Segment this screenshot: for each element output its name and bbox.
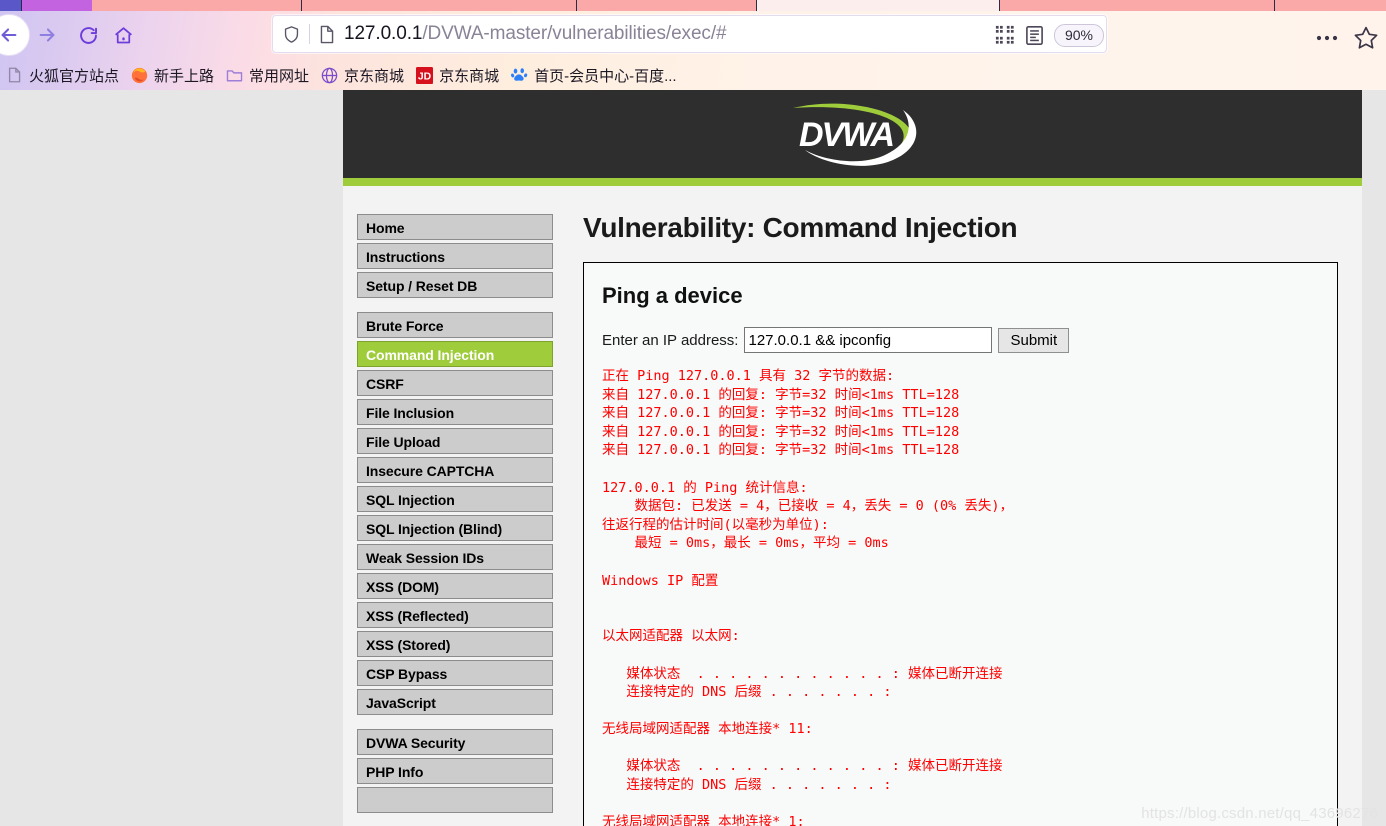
tab-strip[interactable] <box>0 0 1386 11</box>
dvwa-logo: DVWA <box>792 103 916 166</box>
sidebar-item-xss-dom[interactable]: XSS (DOM) <box>357 573 553 599</box>
arrow-left-icon <box>1 28 17 42</box>
panel-heading: Ping a device <box>602 283 743 308</box>
sidebar-item-javascript[interactable]: JavaScript <box>357 689 553 715</box>
sidebar-item-command-injection[interactable]: Command Injection <box>357 341 553 367</box>
sidebar-item-setup-reset-db[interactable]: Setup / Reset DB <box>357 272 553 298</box>
sidebar-item-partial[interactable] <box>357 787 553 813</box>
tab-item[interactable] <box>1000 0 1275 11</box>
bookmark-label: 常用网址 <box>249 67 310 85</box>
globe-icon <box>321 67 338 84</box>
reader-view-icon[interactable] <box>1025 25 1044 46</box>
sidebar-item-xss-stored[interactable]: XSS (Stored) <box>357 631 553 657</box>
bookmark-label: 京东商城 <box>344 67 405 85</box>
reload-icon <box>79 26 97 44</box>
sidebar-item-home[interactable]: Home <box>357 214 553 240</box>
folder-icon <box>226 67 243 84</box>
bookmark-item[interactable]: 新手上路 <box>127 63 222 88</box>
tab-item[interactable] <box>22 0 92 11</box>
bookmark-item[interactable]: 京东商城 <box>317 63 412 88</box>
svg-text:DVWA: DVWA <box>799 116 893 154</box>
url-text: 127.0.0.1/DVWA-master/vulnerabilities/ex… <box>344 23 727 45</box>
sidebar-item-file-upload[interactable]: File Upload <box>357 428 553 454</box>
bookmarks-bar: 火狐官方站点 新手上路 常用网址 京东商城 JD 京东商城 首页-会员中心-百度… <box>0 60 1386 90</box>
sidebar: Home Instructions Setup / Reset DB Brute… <box>343 186 553 826</box>
sidebar-item-xss-reflected[interactable]: XSS (Reflected) <box>357 602 553 628</box>
sidebar-item-weak-session-ids[interactable]: Weak Session IDs <box>357 544 553 570</box>
sidebar-item-php-info[interactable]: PHP Info <box>357 758 553 784</box>
ip-address-input[interactable] <box>744 327 993 353</box>
bookmark-page-icon <box>6 67 23 84</box>
tab-item[interactable] <box>302 0 577 11</box>
page-title: Vulnerability: Command Injection <box>583 212 1018 243</box>
bookmark-item[interactable]: 火狐官方站点 <box>2 63 127 88</box>
back-button[interactable] <box>0 14 30 56</box>
screen: 127.0.0.1/DVWA-master/vulnerabilities/ex… <box>0 0 1386 826</box>
forward-button[interactable] <box>34 22 60 48</box>
bookmark-label: 新手上路 <box>154 67 215 85</box>
sidebar-item-sql-injection[interactable]: SQL Injection <box>357 486 553 512</box>
sidebar-group-meta: DVWA Security PHP Info <box>357 729 553 813</box>
sidebar-item-dvwa-security[interactable]: DVWA Security <box>357 729 553 755</box>
sidebar-item-sql-injection-blind[interactable]: SQL Injection (Blind) <box>357 515 553 541</box>
dvwa-page: DVWA Home Instructions Setup / Reset DB … <box>343 90 1362 826</box>
bookmark-star-icon[interactable] <box>1354 26 1378 49</box>
sidebar-item-instructions[interactable]: Instructions <box>357 243 553 269</box>
url-host: 127.0.0.1 <box>344 23 423 44</box>
sidebar-group-vulnerabilities: Brute Force Command Injection CSRF File … <box>357 312 553 715</box>
home-button[interactable] <box>110 22 136 48</box>
home-icon <box>114 26 132 43</box>
reload-button[interactable] <box>75 22 101 48</box>
address-divider <box>309 24 310 44</box>
site-header: DVWA <box>343 90 1362 178</box>
bookmark-item[interactable]: 常用网址 <box>222 63 317 88</box>
vulnerability-panel: Ping a device Enter an IP address: Submi… <box>583 262 1338 826</box>
tab-item-active[interactable] <box>757 0 1000 11</box>
zoom-level-indicator[interactable]: 90% <box>1053 23 1104 47</box>
page-body: Home Instructions Setup / Reset DB Brute… <box>343 186 1362 826</box>
sidebar-item-csrf[interactable]: CSRF <box>357 370 553 396</box>
baidu-icon <box>511 67 528 84</box>
jd-icon: JD <box>416 66 434 84</box>
navigation-toolbar: 127.0.0.1/DVWA-master/vulnerabilities/ex… <box>0 11 1386 58</box>
bookmark-item[interactable]: 首页-会员中心-百度... <box>507 63 685 88</box>
tab-item[interactable] <box>92 0 302 11</box>
tab-item[interactable] <box>577 0 757 11</box>
shield-icon[interactable] <box>283 25 300 44</box>
address-bar[interactable]: 127.0.0.1/DVWA-master/vulnerabilities/ex… <box>272 15 1107 53</box>
address-bar-actions: 90% <box>995 16 1106 54</box>
ping-form: Enter an IP address: Submit <box>602 327 1319 353</box>
submit-button[interactable]: Submit <box>998 327 1070 353</box>
arrow-right-icon <box>39 28 55 42</box>
url-path: /DVWA-master/vulnerabilities/exec/# <box>422 23 727 44</box>
page-viewport: DVWA Home Instructions Setup / Reset DB … <box>0 90 1386 826</box>
tab-item[interactable] <box>0 0 22 11</box>
sidebar-item-insecure-captcha[interactable]: Insecure CAPTCHA <box>357 457 553 483</box>
page-icon <box>319 25 335 44</box>
main-content: Vulnerability: Command Injection Ping a … <box>553 186 1362 826</box>
bookmark-label: 京东商城 <box>439 67 500 85</box>
tab-item[interactable] <box>1275 0 1386 11</box>
sidebar-item-brute-force[interactable]: Brute Force <box>357 312 553 338</box>
browser-chrome: 127.0.0.1/DVWA-master/vulnerabilities/ex… <box>0 0 1386 90</box>
bookmark-item[interactable]: JD 京东商城 <box>412 63 507 88</box>
sidebar-item-file-inclusion[interactable]: File Inclusion <box>357 399 553 425</box>
accent-bar <box>343 178 1362 186</box>
more-menu-icon[interactable] <box>1316 34 1338 42</box>
chrome-actions <box>1316 26 1378 49</box>
ip-address-label: Enter an IP address: <box>602 331 739 349</box>
svg-text:JD: JD <box>418 71 432 82</box>
firefox-icon <box>131 67 148 84</box>
qr-code-icon[interactable] <box>995 25 1015 45</box>
bookmark-label: 首页-会员中心-百度... <box>534 67 677 85</box>
command-output: 正在 Ping 127.0.0.1 具有 32 字节的数据: 来自 127.0.… <box>602 368 1014 826</box>
sidebar-group-general: Home Instructions Setup / Reset DB <box>357 214 553 298</box>
sidebar-item-csp-bypass[interactable]: CSP Bypass <box>357 660 553 686</box>
bookmark-label: 火狐官方站点 <box>29 67 120 85</box>
